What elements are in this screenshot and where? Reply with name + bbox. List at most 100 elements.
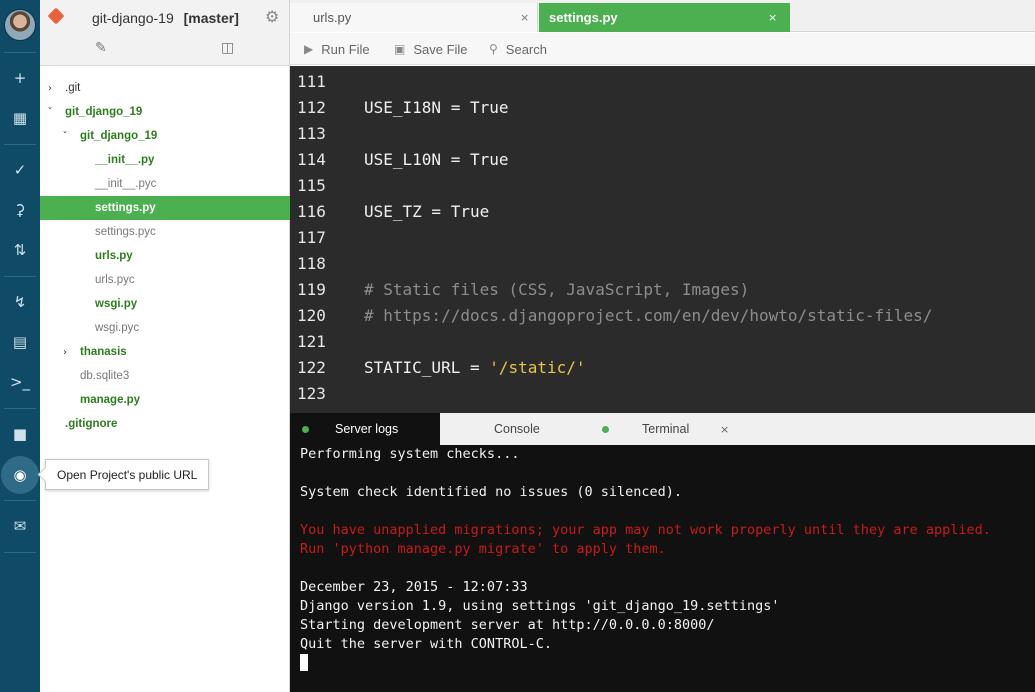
code-text: STATIC_URL = '/static/': [364, 355, 586, 381]
save-file-label: Save File: [413, 41, 468, 57]
close-icon[interactable]: ×: [768, 11, 777, 24]
check-icon[interactable]: ✓: [0, 158, 40, 182]
rail-divider: [4, 500, 36, 501]
commit-icon[interactable]: ⚳: [0, 198, 40, 222]
search-button[interactable]: ⚲ Search: [489, 33, 547, 65]
new-file-icon[interactable]: ✎: [95, 40, 107, 56]
project-title: git-django-19 [master]: [92, 10, 239, 26]
tree-file[interactable]: __init__.py: [40, 148, 290, 172]
line-number: 122: [297, 358, 326, 377]
code-text: USE_L10N = True: [364, 150, 509, 169]
file-tree: › .git ˇ git_django_19 ˇ git_django_19 _…: [40, 76, 290, 436]
tab-server-logs[interactable]: Server logs: [290, 413, 440, 445]
public-url-tooltip: Open Project's public URL: [45, 459, 210, 490]
code-line: 116 USE_TZ = True: [290, 199, 1035, 225]
editor-toolbar: ▶ Run File ▣ Save File ⚲ Search: [290, 33, 1035, 65]
tree-file[interactable]: __init__.pyc: [40, 172, 290, 196]
line-number: 116: [297, 202, 326, 221]
code-line: 111: [290, 69, 1035, 95]
ide-window: + ▦ ✓ ⚳ ⇅ ↯ ▤ >_ ■ ◉ ✉ git-django-19 [ma…: [0, 0, 1035, 692]
plus-icon[interactable]: +: [0, 66, 40, 90]
eye-icon[interactable]: ◉: [1, 456, 39, 494]
tree-item-label: manage.py: [80, 394, 141, 406]
terminal-icon[interactable]: >_: [0, 370, 40, 394]
server-log-output[interactable]: Performing system checks... System check…: [290, 445, 1035, 692]
line-number: 114: [297, 150, 326, 169]
log-line: Django version 1.9, using settings 'git_…: [300, 598, 780, 614]
branch-label[interactable]: [master]: [184, 10, 239, 26]
tab-label: urls.py: [313, 10, 352, 25]
bolt-icon[interactable]: ↯: [0, 290, 40, 314]
tree-file[interactable]: settings.pyc: [40, 220, 290, 244]
save-icon: ▣: [394, 42, 406, 56]
code-line: 121: [290, 329, 1035, 355]
project-name: git-django-19: [92, 10, 174, 26]
tree-item-label: urls.pyc: [95, 274, 135, 286]
log-line: Quit the server with CONTROL-C.: [300, 636, 552, 652]
code-line: 123: [290, 381, 1035, 407]
chevron-right-icon[interactable]: ›: [45, 83, 55, 94]
tree-item-label: wsgi.pyc: [95, 322, 140, 334]
tree-item-label: __init__.py: [95, 154, 155, 166]
document-icon[interactable]: ▤: [0, 330, 40, 354]
git-icon: [47, 7, 65, 25]
branch-icon[interactable]: ⇅: [0, 238, 40, 262]
chevron-down-icon[interactable]: ˇ: [60, 131, 70, 142]
mail-icon[interactable]: ✉: [0, 514, 40, 538]
rail-divider: [4, 276, 36, 277]
tree-item-label: wsgi.py: [95, 298, 138, 310]
log-line-warning: Run 'python manage.py migrate' to apply …: [300, 541, 666, 557]
code-editor[interactable]: 111 112 USE_I18N = True 113 114 USE_L10N =…: [290, 66, 1035, 413]
tree-file[interactable]: wsgi.pyc: [40, 316, 290, 340]
tab-console[interactable]: Console: [440, 413, 590, 445]
tree-item-label: .gitignore: [65, 418, 118, 430]
editor-tabs: urls.py × settings.py ×: [290, 0, 1035, 32]
tree-folder[interactable]: › thanasis: [40, 340, 290, 364]
search-icon: ⚲: [489, 42, 498, 56]
code-line: 122 STATIC_URL = '/static/': [290, 355, 1035, 381]
run-file-button[interactable]: ▶ Run File: [304, 33, 370, 65]
tree-file[interactable]: wsgi.py: [40, 292, 290, 316]
icon-rail: + ▦ ✓ ⚳ ⇅ ↯ ▤ >_ ■ ◉ ✉: [0, 0, 40, 692]
status-dot-icon: [302, 426, 309, 433]
save-file-button[interactable]: ▣ Save File: [394, 33, 468, 65]
tree-file[interactable]: .gitignore: [40, 412, 290, 436]
line-number: 113: [297, 124, 326, 143]
rail-divider: [4, 552, 36, 553]
close-icon[interactable]: ×: [520, 11, 529, 24]
new-folder-icon[interactable]: ◫: [221, 40, 234, 56]
code-text: USE_TZ = True: [364, 202, 490, 221]
tree-folder[interactable]: ˇ git_django_19: [40, 100, 290, 124]
chevron-right-icon[interactable]: ›: [60, 347, 70, 358]
tab-terminal[interactable]: Terminal ×: [590, 413, 740, 445]
run-file-label: Run File: [321, 41, 370, 57]
log-line: Performing system checks...: [300, 446, 520, 462]
file-tree-panel: git-django-19 [master] ⚙ ✎ ◫ › .git ˇ gi…: [40, 0, 290, 692]
log-line: System check identified no issues (0 sil…: [300, 484, 683, 500]
tab-label: Terminal: [642, 422, 690, 436]
code-string: '/static/': [489, 358, 586, 377]
line-number: 118: [297, 254, 326, 273]
tree-folder[interactable]: › .git: [40, 76, 290, 100]
code-line: 114 USE_L10N = True: [290, 147, 1035, 173]
tree-folder[interactable]: ˇ git_django_19: [40, 124, 290, 148]
line-number: 111: [297, 72, 326, 91]
terminal-cursor: [300, 654, 308, 671]
tree-file[interactable]: urls.py: [40, 244, 290, 268]
grid-icon[interactable]: ▦: [0, 106, 40, 130]
stop-icon[interactable]: ■: [0, 422, 40, 446]
code-line: 112 USE_I18N = True: [290, 95, 1035, 121]
avatar[interactable]: [4, 9, 36, 41]
tree-file[interactable]: urls.pyc: [40, 268, 290, 292]
tree-file-selected[interactable]: settings.py: [40, 196, 290, 220]
tree-file[interactable]: db.sqlite3: [40, 364, 290, 388]
tree-item-label: __init__.pyc: [95, 178, 157, 190]
chevron-down-icon[interactable]: ˇ: [45, 107, 55, 118]
tree-file[interactable]: manage.py: [40, 388, 290, 412]
tab-urls-py[interactable]: urls.py ×: [290, 3, 538, 32]
close-icon[interactable]: ×: [720, 423, 729, 436]
code-line: 117: [290, 225, 1035, 251]
gear-icon[interactable]: ⚙: [265, 7, 279, 26]
tab-settings-py[interactable]: settings.py ×: [539, 3, 790, 32]
line-number: 121: [297, 332, 326, 351]
